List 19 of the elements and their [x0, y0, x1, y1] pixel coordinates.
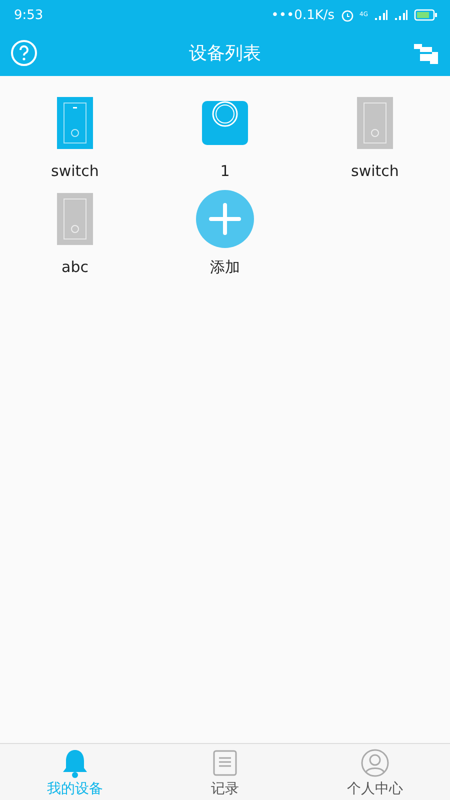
device-name: abc — [62, 258, 88, 276]
nav-tab[interactable]: 记录 — [150, 744, 300, 800]
user-icon — [360, 748, 390, 778]
device-name: switch — [51, 162, 99, 180]
status-time: 9:53 — [14, 8, 44, 22]
alarm-icon — [340, 8, 354, 22]
clipboard-icon — [211, 748, 239, 778]
battery-icon — [414, 9, 438, 21]
nav-tab[interactable]: 个人中心 — [300, 744, 450, 800]
device-name: 1 — [220, 162, 230, 180]
signal-icon — [374, 10, 388, 20]
device-name: switch — [351, 162, 399, 180]
add-icon[interactable] — [196, 190, 254, 248]
page-title: 设备列表 — [189, 42, 261, 65]
network-speed: •••0.1K/s — [271, 8, 335, 22]
device-name: 添加 — [210, 258, 240, 277]
bell-icon — [61, 748, 89, 778]
signal-icon — [394, 10, 408, 20]
help-icon[interactable] — [10, 39, 38, 67]
